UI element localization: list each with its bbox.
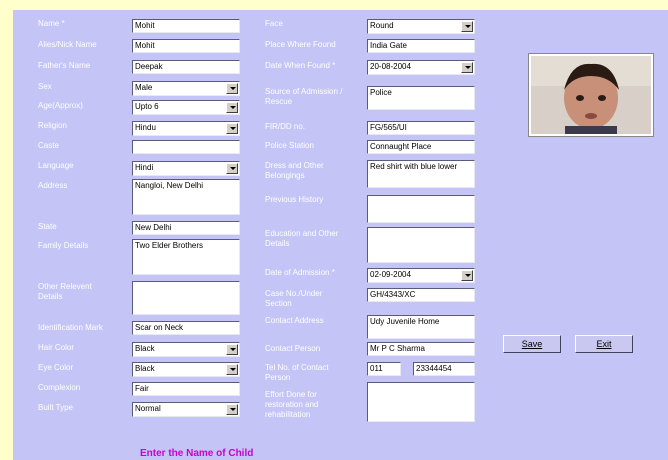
state-input[interactable]: New Delhi <box>132 221 240 235</box>
effort-input[interactable] <box>367 382 475 422</box>
hair-color-value: Black <box>135 344 155 353</box>
built-type-value: Normal <box>135 404 161 413</box>
caste-input[interactable] <box>132 140 240 154</box>
language-value: Hindi <box>135 163 154 172</box>
date-found-label: Date When Found * <box>265 61 336 70</box>
case-no-label: Case No./Under Section <box>265 289 323 308</box>
fir-no-input[interactable]: FG/565/UI <box>367 121 475 135</box>
age-value: Upto 6 <box>135 102 159 111</box>
date-admission-picker[interactable]: 02-09-2004 <box>367 268 475 283</box>
date-found-picker[interactable]: 20-08-2004 <box>367 60 475 75</box>
form-panel: Name * Mohit Alies/Nick Name Mohit Fathe… <box>13 10 668 460</box>
date-admission-label: Date of Admission * <box>265 268 335 277</box>
dress-input[interactable]: Red shirt with blue lower <box>367 160 475 188</box>
language-label: Language <box>38 161 74 170</box>
hair-color-label: Hair Color <box>38 343 75 352</box>
complexion-input[interactable]: Fair <box>132 382 240 396</box>
hair-color-select[interactable]: Black <box>132 342 240 357</box>
sex-select[interactable]: Male <box>132 81 240 96</box>
tel-code-input[interactable]: 011 <box>367 362 401 376</box>
family-details-label: Family Details <box>38 241 89 250</box>
chevron-down-icon[interactable] <box>226 83 238 94</box>
state-label: State <box>38 222 57 231</box>
age-select[interactable]: Upto 6 <box>132 100 240 115</box>
police-station-input[interactable]: Connaught Place <box>367 140 475 154</box>
chevron-down-icon[interactable] <box>226 163 238 174</box>
face-value: Round <box>370 21 394 30</box>
place-found-label: Place Where Found <box>265 40 336 49</box>
face-select[interactable]: Round <box>367 19 475 34</box>
exit-button[interactable]: Exit <box>575 335 633 353</box>
save-button[interactable]: Save <box>503 335 561 353</box>
previous-history-label: Previous History <box>265 195 324 204</box>
chevron-down-icon[interactable] <box>226 364 238 375</box>
chevron-down-icon[interactable] <box>226 404 238 415</box>
complexion-label: Complexion <box>38 383 81 392</box>
father-name-label: Father's Name <box>38 61 91 70</box>
child-photo-image <box>531 56 651 134</box>
family-details-input[interactable]: Two Elder Brothers <box>132 239 240 275</box>
police-station-label: Police Station <box>265 141 314 150</box>
eye-color-value: Black <box>135 364 155 373</box>
source-admission-input[interactable]: Police <box>367 86 475 110</box>
father-name-input[interactable]: Deepak <box>132 60 240 74</box>
age-label: Age(Approx) <box>38 101 83 110</box>
chevron-down-icon[interactable] <box>226 102 238 113</box>
case-no-input[interactable]: GH/4343/XC <box>367 288 475 302</box>
language-select[interactable]: Hindi <box>132 161 240 176</box>
contact-person-input[interactable]: Mr P C Sharma <box>367 342 475 356</box>
chevron-down-icon[interactable] <box>226 344 238 355</box>
sex-value: Male <box>135 83 153 92</box>
eye-color-label: Eye Color <box>38 363 74 372</box>
status-message: Enter the Name of Child <box>140 448 254 459</box>
name-input[interactable]: Mohit <box>132 19 240 33</box>
eye-color-select[interactable]: Black <box>132 362 240 377</box>
dress-label: Dress and Other Belongings <box>265 161 324 180</box>
name-label: Name * <box>38 19 65 28</box>
chevron-down-icon[interactable] <box>461 62 473 73</box>
contact-person-label: Contact Person <box>265 344 321 353</box>
sex-label: Sex <box>38 82 52 91</box>
identification-mark-input[interactable]: Scar on Neck <box>132 321 240 335</box>
religion-select[interactable]: Hindu <box>132 121 240 136</box>
chevron-down-icon[interactable] <box>226 123 238 134</box>
place-found-input[interactable]: India Gate <box>367 39 475 53</box>
alias-input[interactable]: Mohit <box>132 39 240 53</box>
tel-number-input[interactable]: 23344454 <box>413 362 475 376</box>
address-label: Address <box>38 181 68 190</box>
date-admission-value: 02-09-2004 <box>370 270 411 279</box>
caste-label: Caste <box>38 141 59 150</box>
effort-label: Effort Done for restoration and rehabili… <box>265 390 319 419</box>
religion-value: Hindu <box>135 123 156 132</box>
built-type-select[interactable]: Normal <box>132 402 240 417</box>
previous-history-input[interactable] <box>367 195 475 223</box>
source-admission-label: Source of Admission / Rescue <box>265 87 343 106</box>
face-label: Face <box>265 19 283 28</box>
education-label: Education and Other Details <box>265 229 339 248</box>
education-input[interactable] <box>367 227 475 263</box>
other-details-label: Other Relevent Details <box>38 282 92 301</box>
alias-label: Alies/Nick Name <box>38 40 97 49</box>
religion-label: Religion <box>38 121 67 130</box>
chevron-down-icon[interactable] <box>461 21 473 32</box>
contact-address-label: Contact Address <box>265 316 324 325</box>
identification-mark-label: Identification Mark <box>38 323 103 332</box>
date-found-value: 20-08-2004 <box>370 62 411 71</box>
built-type-label: Built Type <box>38 403 73 412</box>
chevron-down-icon[interactable] <box>461 270 473 281</box>
address-input[interactable]: Nangloi, New Delhi <box>132 179 240 215</box>
contact-address-input[interactable]: Udy Juvenile Home <box>367 315 475 339</box>
other-details-input[interactable] <box>132 281 240 315</box>
fir-no-label: FIR/DD no. <box>265 122 306 131</box>
tel-contact-label: Tel No. of Contact Person <box>265 363 329 382</box>
child-photo <box>528 53 654 137</box>
